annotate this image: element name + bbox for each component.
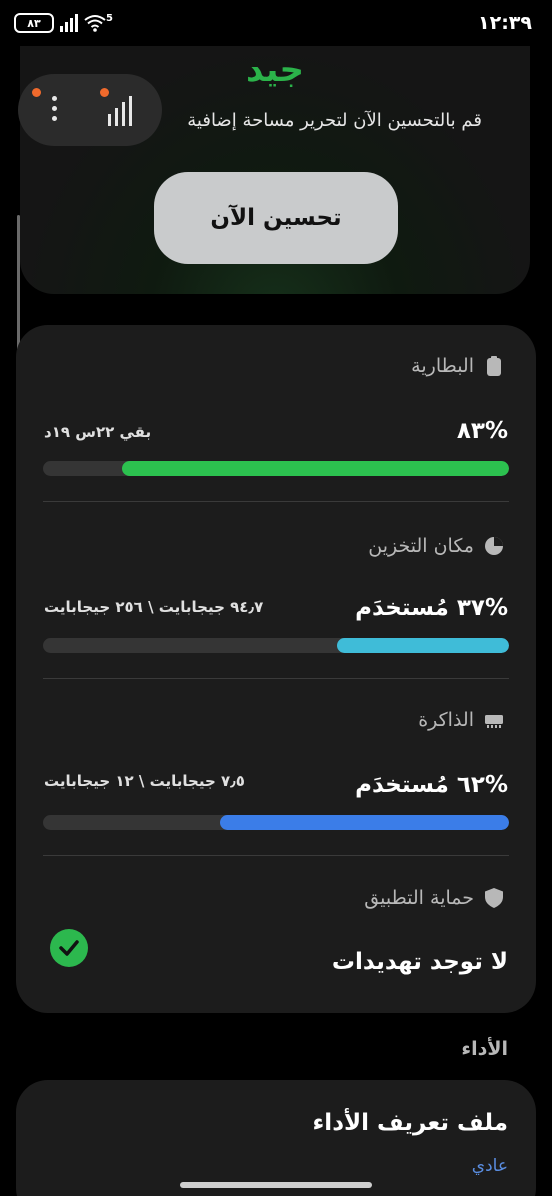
storage-label: مكان التخزين: [368, 535, 474, 557]
battery-remaining: بقي ٢٢س ١٩د: [44, 423, 152, 441]
more-options-icon[interactable]: [52, 96, 58, 124]
performance-profile-value: عادي: [471, 1156, 508, 1176]
optimize-hint: قم بالتحسين الآن لتحرير مساحة إضافية: [187, 110, 482, 131]
app-protection-label: حماية التطبيق: [364, 887, 474, 909]
status-icons: ٨٣ 5: [14, 13, 113, 33]
memory-label: الذاكرة: [418, 709, 474, 731]
divider: [43, 855, 509, 856]
battery-level-text: ٨٣: [27, 16, 41, 30]
battery-bar: [43, 461, 509, 476]
signal-bars-icon[interactable]: [108, 96, 132, 126]
performance-profile-card[interactable]: ملف تعريف الأداء عادي: [16, 1080, 536, 1196]
battery-section-header[interactable]: البطارية: [411, 355, 504, 377]
storage-pie-icon: [484, 536, 504, 556]
shield-icon: [484, 888, 504, 908]
memory-used: %٦٢ مُستخدَم: [355, 772, 508, 798]
home-indicator[interactable]: [180, 1182, 372, 1188]
app-protection-section-header[interactable]: حماية التطبيق: [364, 887, 504, 909]
memory-detail: ٧٫٥ جيجابايت \ ١٢ جيجابايت: [44, 772, 245, 790]
cell-signal-icon: [60, 14, 78, 32]
performance-section-label: الأداء: [461, 1038, 508, 1060]
storage-detail: ٩٤٫٧ جيجابايت \ ٢٥٦ جيجابايت: [44, 598, 264, 616]
performance-profile-title: ملف تعريف الأداء: [312, 1110, 508, 1136]
battery-icon: [484, 356, 504, 376]
memory-bar: [43, 815, 509, 830]
divider: [43, 678, 509, 679]
check-circle-icon: [50, 929, 88, 967]
divider: [43, 501, 509, 502]
battery-label: البطارية: [411, 355, 474, 377]
storage-section-header[interactable]: مكان التخزين: [368, 535, 504, 557]
memory-bar-fill: [220, 815, 509, 830]
battery-indicator: ٨٣: [14, 13, 54, 33]
wifi-icon: [84, 14, 106, 32]
memory-chip-icon: [484, 710, 504, 730]
battery-percent: %٨٣: [456, 418, 508, 444]
battery-bar-fill: [122, 461, 509, 476]
optimize-now-button[interactable]: تحسين الآن: [154, 172, 398, 264]
memory-section-header[interactable]: الذاكرة: [418, 709, 504, 731]
device-care-card: البطارية %٨٣ بقي ٢٢س ١٩د مكان التخزين %٣…: [16, 325, 536, 1013]
storage-used: %٣٧ مُستخدَم: [355, 595, 508, 621]
storage-bar-fill: [336, 638, 509, 653]
clock: ١٢:٣٩: [478, 12, 532, 34]
status-bar: ٨٣ 5 ١٢:٣٩: [0, 0, 552, 46]
floating-overlay[interactable]: [18, 74, 162, 146]
notification-dot: [32, 88, 41, 97]
network-badge: 5: [106, 12, 113, 24]
threat-status: لا توجد تهديدات: [331, 949, 508, 975]
storage-bar: [43, 638, 509, 653]
